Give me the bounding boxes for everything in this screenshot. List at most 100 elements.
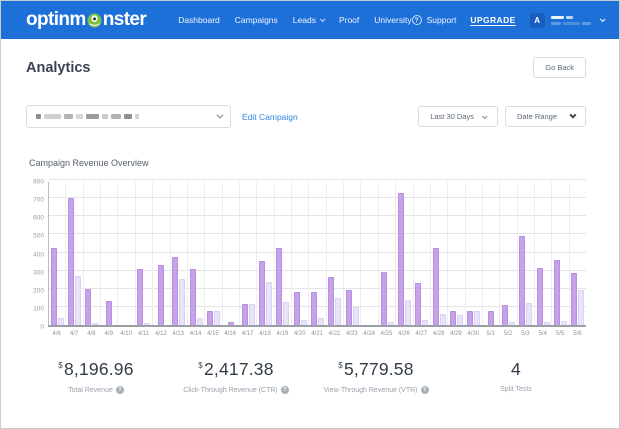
bar-light <box>213 310 220 325</box>
logo-text-suffix: nster <box>102 9 147 30</box>
date-filters: Last 30 Days Date Range <box>418 106 586 127</box>
campaign-select[interactable] <box>26 105 231 128</box>
x-tick-label: 4/16 <box>224 331 237 337</box>
bar-group <box>379 182 397 325</box>
last-30-days-dropdown[interactable]: Last 30 Days <box>418 106 498 127</box>
bar-dark <box>345 289 352 325</box>
bar-group <box>84 182 102 325</box>
bar-dark <box>311 292 318 325</box>
bar-dark <box>519 236 526 325</box>
nav-support[interactable]: ? Support <box>411 15 456 25</box>
bar-light <box>248 304 255 325</box>
bar-group <box>101 182 119 325</box>
date-range-button[interactable]: Date Range <box>504 106 586 127</box>
stat-card: 4 Split Tests <box>446 359 586 394</box>
bar-group <box>483 182 501 325</box>
user-menu[interactable]: A <box>529 12 606 28</box>
user-name-redacted <box>550 15 591 25</box>
stat-number: 2,417.38 <box>203 359 274 379</box>
y-tick-label: 800 <box>33 178 44 186</box>
bar-group <box>361 182 379 325</box>
bar-dark <box>328 276 335 325</box>
info-tooltip-icon[interactable]: ? <box>115 386 124 394</box>
bar-light <box>439 314 446 325</box>
bar-light <box>543 322 550 325</box>
bar-dark <box>241 304 248 325</box>
revenue-chart: 0 100 200 300 400 500 600 700 800 4/6 4/7 4/8 4/9 4/… <box>26 178 586 337</box>
x-tick-label: 4/25 <box>380 331 393 337</box>
x-tick-label: 5/1 <box>486 331 495 337</box>
bar-light <box>456 315 463 325</box>
x-tick-label: 4/19 <box>276 331 289 337</box>
app-window: optinm nster Dashboard Campaigns Leads Proo… <box>0 0 620 429</box>
nav-item-label: Dashboard <box>178 15 220 25</box>
x-tick-label: 4/21 <box>311 331 323 337</box>
bar-light <box>318 317 325 325</box>
nav-item-dashboard[interactable]: Dashboard <box>178 15 220 25</box>
x-tick-label: 4/6 <box>52 331 61 337</box>
main-nav: Dashboard Campaigns Leads Proof University <box>178 15 411 25</box>
page-title: Analytics <box>26 59 91 76</box>
bar-dark <box>536 267 543 325</box>
x-tick-label: 4/13 <box>172 331 185 337</box>
x-tick-label: 4/7 <box>69 331 79 337</box>
x-tick-label: 4/17 <box>241 331 254 337</box>
bar-light <box>578 289 585 325</box>
bar-dark <box>106 300 113 325</box>
go-back-button[interactable]: Go Back <box>533 57 586 78</box>
x-tick-label: 5/3 <box>521 331 530 337</box>
x-tick-label: 4/11 <box>137 331 150 337</box>
navbar-right: ? Support UPGRADE A <box>411 12 606 28</box>
x-tick-label: 5/4 <box>538 331 547 337</box>
bar-group <box>448 182 466 325</box>
bar-dark <box>172 257 179 325</box>
y-tick-label: 0 <box>40 323 44 331</box>
nav-item-proof[interactable]: Proof <box>339 15 359 25</box>
x-tick-label: 4/29 <box>450 331 462 337</box>
nav-item-label: Proof <box>338 15 360 25</box>
bar-group <box>344 182 362 325</box>
top-navbar: optinm nster Dashboard Campaigns Leads Proo… <box>1 1 619 39</box>
nav-item-university[interactable]: University <box>374 15 411 25</box>
upgrade-link[interactable]: UPGRADE <box>470 15 515 25</box>
bar-group <box>171 182 188 325</box>
nav-item-label: Campaigns <box>234 15 278 25</box>
nav-item-campaigns[interactable]: Campaigns <box>235 15 278 25</box>
bar-dark <box>415 283 422 325</box>
optinmonster-logo[interactable]: optinm nster <box>26 9 147 31</box>
avatar: A <box>529 12 545 28</box>
x-tick-label: 4/22 <box>328 331 341 337</box>
bar-dark <box>502 305 509 325</box>
bar-dark <box>467 310 474 325</box>
info-tooltip-icon[interactable]: ? <box>420 386 429 394</box>
bar-group <box>240 182 258 325</box>
analytics-page: Analytics Go Back Edit Campaign Last 30 … <box>1 57 619 394</box>
stat-value: $5,779.58 <box>306 359 446 380</box>
bar-light <box>387 322 394 325</box>
stat-label: Split Tests <box>446 386 586 393</box>
y-tick-label: 600 <box>33 214 44 222</box>
x-tick-label: 4/23 <box>345 331 358 337</box>
x-tick-label: 4/18 <box>259 331 271 337</box>
bar-dark <box>488 311 495 325</box>
nav-item-label: Leads <box>292 15 316 25</box>
info-tooltip-icon[interactable]: ? <box>280 386 289 394</box>
bar-light <box>144 323 151 325</box>
bar-dark <box>258 260 265 325</box>
bar-light <box>474 310 481 325</box>
bar-group <box>570 182 586 325</box>
bar-group <box>223 182 240 325</box>
bar-light <box>179 278 186 325</box>
stat-label-text: Click-Through Revenue (CTR) <box>183 386 278 394</box>
bar-light <box>196 317 203 325</box>
stat-label-text: Split Tests <box>500 386 532 393</box>
edit-campaign-link[interactable]: Edit Campaign <box>242 112 298 122</box>
stat-label: Click-Through Revenue (CTR)? <box>166 386 306 394</box>
nav-item-leads[interactable]: Leads <box>292 15 326 25</box>
stat-value: $2,417.38 <box>166 359 306 380</box>
x-tick-label: 4/12 <box>154 331 167 337</box>
x-tick-label: 4/9 <box>104 331 113 337</box>
chart-y-axis: 0 100 200 300 400 500 600 700 800 <box>26 178 48 331</box>
stat-label: View-Through Revenue (VTR)? <box>306 386 446 394</box>
monster-face-icon <box>87 13 102 27</box>
